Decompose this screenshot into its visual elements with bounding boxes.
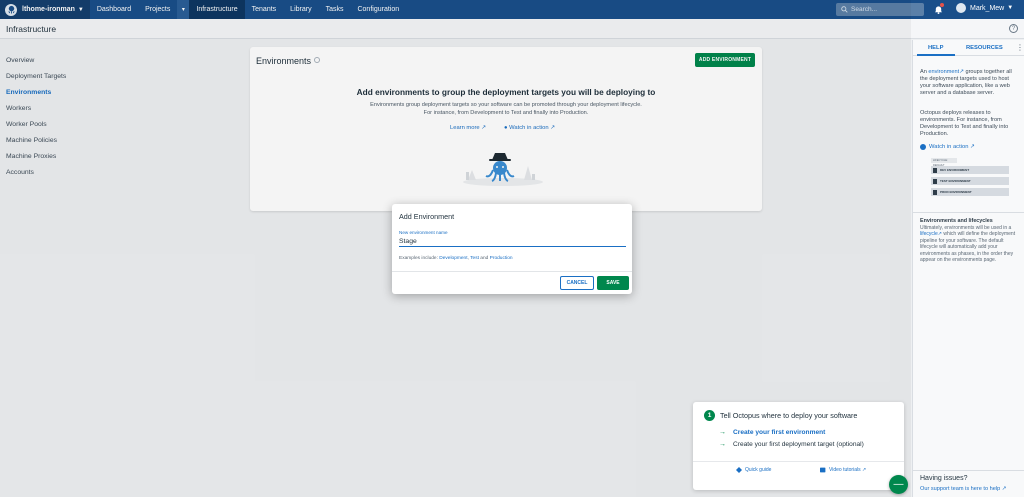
video-tutorials-link[interactable]: Video tutorials ↗ <box>820 467 866 473</box>
arrow-right-icon: → <box>719 429 726 436</box>
tab-resources[interactable]: RESOURCES <box>966 45 1003 51</box>
cancel-button[interactable]: CANCEL <box>560 276 594 290</box>
help-paragraph-1: An environment↗ groups together all the … <box>920 69 1020 97</box>
divider <box>913 212 1024 213</box>
lifecycle-doc-link[interactable]: lifecycle <box>920 231 938 237</box>
phase-marker-icon <box>933 167 937 173</box>
help-icon[interactable]: ? <box>1009 24 1018 33</box>
examples-and: and <box>480 256 489 261</box>
support-link[interactable]: Our support team is here to help ↗ <box>920 486 1006 492</box>
lifecycle-row-label: DEV ENVIRONMENT <box>940 168 970 172</box>
lifecycle-diagram-header: LIFECYCLE: DEFAULT <box>931 158 957 167</box>
external-link-icon: ↗ <box>937 231 942 238</box>
onboarding-item-label: Create your first deployment target (opt… <box>733 441 864 448</box>
user-name: Mark_Mew <box>970 4 1005 12</box>
help-panel: HELP RESOURCES ⋮ An environment↗ groups … <box>912 40 1024 497</box>
help-paragraph-2: Octopus deploys releases to environments… <box>920 110 1009 137</box>
help-watch-text: Watch in action <box>929 144 969 150</box>
play-icon <box>920 144 926 150</box>
step-number-badge: 1 <box>704 410 715 421</box>
dialog-title: Add Environment <box>399 212 455 221</box>
environment-name-label: New environment name <box>399 230 448 235</box>
avatar <box>956 3 966 13</box>
more-options-icon[interactable]: ⋮ <box>1016 43 1024 52</box>
external-link-icon: ↗ <box>970 144 975 150</box>
help-text-fragment: Ultimately, environments will be used in… <box>920 225 1012 231</box>
notification-badge <box>940 3 944 7</box>
onboarding-title: Tell Octopus where to deploy your softwa… <box>720 411 858 420</box>
help-tabs: HELP RESOURCES ⋮ <box>913 40 1024 56</box>
lifecycle-row-label: TEST ENVIRONMENT <box>940 179 971 183</box>
external-link-icon: ↗ <box>862 467 867 473</box>
lifecycle-row-label: PROD ENVIRONMENT <box>940 190 972 194</box>
example-production-link[interactable]: Production <box>490 256 513 261</box>
help-paragraph-3: Ultimately, environments will be used in… <box>920 225 1020 263</box>
tab-help[interactable]: HELP <box>928 45 943 51</box>
environment-name-input[interactable] <box>399 236 626 247</box>
phase-marker-icon <box>933 189 937 195</box>
compass-icon <box>736 467 742 473</box>
lifecycle-diagram: LIFECYCLE: DEFAULT DEV ENVIRONMENT TEST … <box>931 158 1021 202</box>
create-first-environment-link[interactable]: → Create your first environment <box>719 429 825 436</box>
save-button[interactable]: SAVE <box>597 276 629 290</box>
collapse-onboarding-button[interactable]: — <box>889 475 908 494</box>
divider <box>913 470 1024 471</box>
quick-guide-link[interactable]: Quick guide <box>736 467 771 473</box>
add-environment-dialog: Add Environment New environment name Exa… <box>392 204 632 294</box>
help-watch-link[interactable]: Watch in action ↗ <box>920 144 975 150</box>
phase-marker-icon <box>933 178 937 184</box>
support-link-text: Our support team is here to help <box>920 486 1001 492</box>
environment-doc-link[interactable]: environment <box>928 69 959 75</box>
examples-prefix: Examples include: <box>399 256 438 261</box>
example-test-link[interactable]: Test <box>470 256 479 261</box>
onboarding-panel: 1 Tell Octopus where to deploy your soft… <box>693 402 904 490</box>
create-deployment-target-item[interactable]: → Create your first deployment target (o… <box>719 441 864 448</box>
onboarding-item-label: Create your first environment <box>733 429 826 436</box>
divider <box>392 271 632 272</box>
help-text-fragment: An <box>920 69 927 75</box>
lifecycle-row: TEST ENVIRONMENT <box>931 177 1009 185</box>
help-section-title: Environments and lifecycles <box>920 218 993 224</box>
external-link-icon: ↗ <box>1001 486 1007 492</box>
video-icon <box>820 467 826 473</box>
video-tutorials-text: Video tutorials <box>829 467 861 473</box>
divider <box>693 461 904 462</box>
tab-help-indicator <box>917 54 955 56</box>
external-link-icon: ↗ <box>959 69 964 75</box>
lifecycle-row: DEV ENVIRONMENT <box>931 166 1009 174</box>
issues-title: Having issues? <box>920 475 968 482</box>
arrow-right-icon: → <box>719 441 726 448</box>
example-development-link[interactable]: Development <box>439 256 467 261</box>
quick-guide-text: Quick guide <box>745 467 772 473</box>
chevron-down-icon: ▼ <box>1007 5 1014 11</box>
examples-hint: Examples include: Development, Test and … <box>399 256 513 261</box>
lifecycle-row: PROD ENVIRONMENT <box>931 188 1009 196</box>
user-menu[interactable]: Mark_Mew ▼ <box>956 3 1013 13</box>
